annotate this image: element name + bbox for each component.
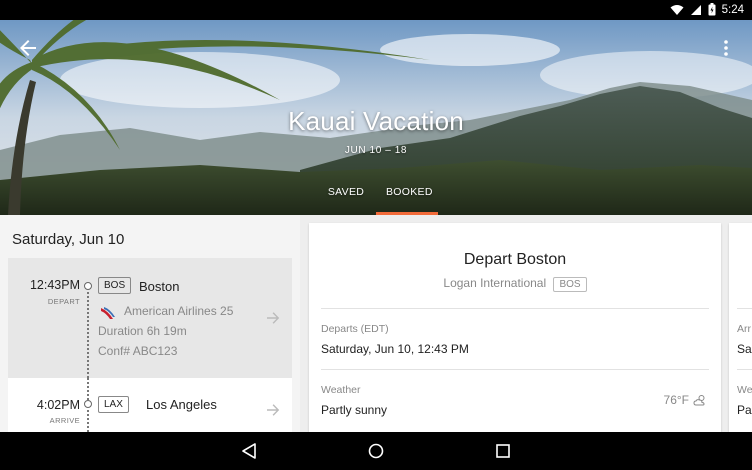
next-detail-card[interactable]: Arr Sa We Pa: [729, 223, 752, 432]
peek-label-1: Arr: [737, 323, 751, 335]
weather-temperature: 76°F: [664, 393, 707, 407]
battery-icon: [708, 3, 716, 16]
depart-dot: [84, 282, 92, 290]
flight-segment-arrive[interactable]: 4:02PM ARRIVE LAX Los Angeles: [8, 378, 292, 432]
recents-icon[interactable]: [493, 441, 513, 461]
trip-dates: JUN 10 – 18: [344, 145, 408, 156]
weather-label: Weather: [321, 384, 361, 396]
home-icon[interactable]: [366, 441, 386, 461]
divider: [321, 308, 709, 309]
flight-detail-card[interactable]: Depart Boston Logan International BOS De…: [309, 223, 721, 432]
itinerary-content: Saturday, Jun 10 12:43PM DEPART BOS Bost…: [0, 215, 752, 432]
airport-name: Logan International: [443, 276, 547, 290]
back-arrow-icon[interactable]: [16, 36, 40, 60]
departs-label: Departs (EDT): [321, 323, 389, 335]
depart-city: Boston: [139, 279, 180, 294]
partly-sunny-icon: [693, 395, 705, 406]
trip-hero-header: Kauai Vacation JUN 10 – 18 SAVED BOOKED: [0, 20, 752, 215]
detail-title: Depart Boston: [463, 251, 567, 268]
trip-tabs: SAVED BOOKED: [0, 180, 752, 215]
peek-value-1: Sa: [737, 342, 752, 356]
confirmation-number: Conf# ABC123: [98, 344, 178, 358]
depart-time: 12:43PM: [29, 278, 80, 292]
trip-title: Kauai Vacation: [288, 106, 464, 136]
tab-booked[interactable]: BOOKED: [376, 180, 438, 215]
depart-code-badge: BOS: [98, 277, 132, 294]
airline-logo-icon: [101, 307, 115, 319]
status-icons: 5:24: [670, 3, 744, 16]
detail-airport: Logan International BOS: [309, 276, 721, 292]
timeline-line-arrive-bottom: [87, 410, 89, 432]
weather-value: Partly sunny: [321, 403, 388, 417]
arrow-right-icon: [267, 404, 280, 416]
arrive-time: 4:02PM: [36, 398, 80, 412]
day-header: Saturday, Jun 10: [12, 231, 125, 248]
temperature-value: 76°F: [663, 393, 689, 407]
signal-icon: [690, 4, 701, 15]
system-nav-bar: [0, 432, 752, 470]
divider: [737, 369, 752, 370]
depart-label: DEPART: [47, 297, 80, 306]
status-bar: 5:24: [0, 0, 752, 20]
divider: [321, 369, 709, 370]
tab-saved[interactable]: SAVED: [314, 180, 378, 215]
arrive-label: ARRIVE: [49, 416, 80, 425]
arrow-right-icon: [267, 312, 280, 324]
flight-duration: Duration 6h 19m: [98, 324, 187, 338]
back-icon[interactable]: [240, 441, 260, 461]
peek-label-2: We: [737, 384, 752, 396]
more-options-icon[interactable]: [714, 36, 738, 60]
timeline-line-arrive-top: [87, 378, 89, 400]
peek-value-2: Pa: [737, 403, 752, 417]
wifi-icon: [670, 4, 684, 15]
timeline-line: [87, 292, 89, 378]
arrive-city: Los Angeles: [146, 397, 217, 412]
airline-name: American Airlines 25: [124, 304, 234, 318]
divider: [737, 308, 752, 309]
itinerary-list: Saturday, Jun 10 12:43PM DEPART BOS Bost…: [0, 215, 300, 432]
departs-value: Saturday, Jun 10, 12:43 PM: [321, 342, 469, 356]
flight-segment-depart[interactable]: 12:43PM DEPART BOS Boston American Airli…: [8, 258, 292, 378]
airport-code-badge: BOS: [553, 277, 587, 292]
arrive-dot: [84, 400, 92, 408]
arrive-code-badge: LAX: [98, 396, 129, 413]
status-time: 5:24: [721, 3, 744, 16]
